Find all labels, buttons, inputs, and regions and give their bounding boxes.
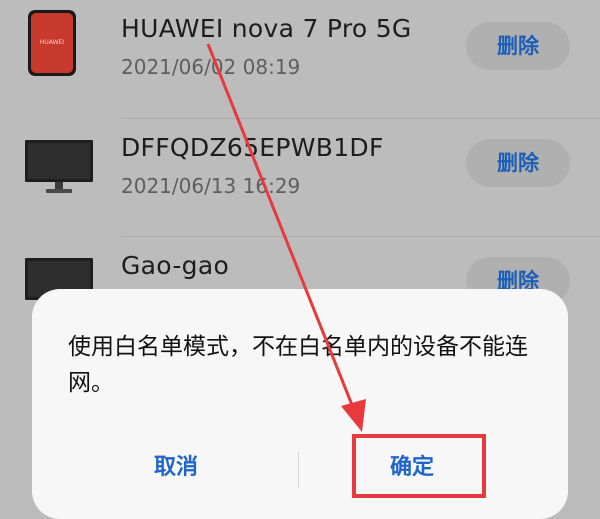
annotation-arrow-icon [206,43,366,432]
